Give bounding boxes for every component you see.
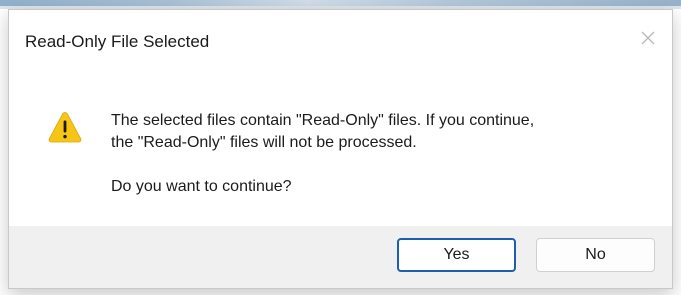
- message-line-1: The selected files contain "Read-Only" f…: [111, 112, 535, 129]
- message-line-2: the "Read-Only" files will not be proces…: [111, 134, 417, 151]
- close-icon: [640, 30, 656, 46]
- warning-icon: [47, 109, 83, 145]
- confirmation-question: Do you want to continue?: [111, 178, 292, 195]
- dialog-content: The selected files contain "Read-Only" f…: [9, 70, 672, 230]
- close-button[interactable]: [628, 22, 668, 54]
- yes-button[interactable]: Yes: [397, 238, 516, 272]
- dialog-title-bar: Read-Only File Selected: [9, 10, 672, 70]
- message-dialog: Read-Only File Selected The selected fil…: [8, 9, 673, 289]
- screen: Read-Only File Selected The selected fil…: [0, 0, 681, 295]
- no-button[interactable]: No: [536, 238, 655, 272]
- dialog-title: Read-Only File Selected: [25, 32, 210, 51]
- dialog-button-bar: Yes No: [9, 226, 672, 288]
- background-window-strip: [0, 0, 681, 9]
- dialog-message: The selected files contain "Read-Only" f…: [111, 110, 651, 198]
